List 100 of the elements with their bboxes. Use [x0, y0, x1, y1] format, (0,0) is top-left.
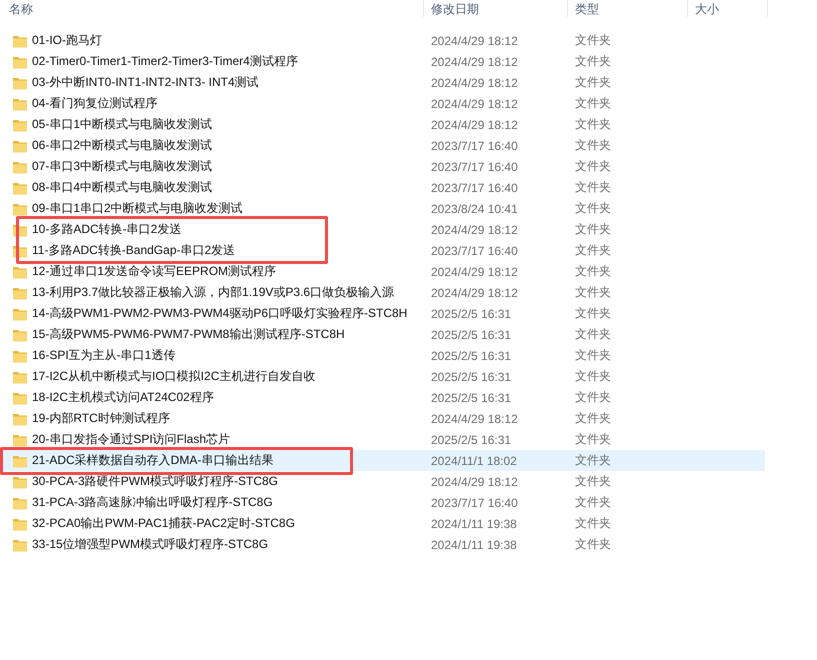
file-name[interactable]: 04-看门狗复位测试程序	[32, 95, 158, 112]
modified-date: 2025/2/5 16:31	[431, 370, 512, 384]
file-type: 文件夹	[575, 179, 611, 196]
file-name[interactable]: 13-利用P3.7做比较器正极输入源，内部1.19V或P3.6口做负极输入源	[32, 284, 394, 301]
folder-icon	[12, 348, 28, 362]
file-type: 文件夹	[575, 536, 611, 553]
column-header[interactable]: 大小	[695, 2, 719, 16]
folder-icon	[12, 412, 28, 426]
file-name[interactable]: 21-ADC采样数据自动存入DMA-串口输出结果	[32, 452, 274, 469]
modified-date: 2023/7/17 16:40	[431, 138, 518, 152]
file-name[interactable]: 12-通过串口1发送命令读写EEPROM测试程序	[32, 263, 276, 280]
modified-date: 2023/7/17 16:40	[431, 244, 518, 258]
modified-date: 2024/4/29 18:12	[431, 96, 518, 110]
file-type: 文件夹	[575, 284, 611, 301]
modified-date: 2024/4/29 18:12	[431, 412, 518, 426]
file-name[interactable]: 06-串口2中断模式与电脑收发测试	[32, 137, 212, 154]
folder-icon	[12, 516, 28, 530]
file-type: 文件夹	[575, 368, 611, 385]
file-type: 文件夹	[575, 95, 611, 112]
file-name[interactable]: 16-SPI互为主从-串口1透传	[32, 347, 176, 364]
hovered-row[interactable]: 21-ADC采样数据自动存入DMA-串口输出结果 2024/11/1 18:02 文件夹	[0, 450, 765, 471]
file-name[interactable]: 11-多路ADC转换-BandGap-串口2发送	[32, 242, 236, 259]
file-type: 文件夹	[575, 221, 611, 238]
modified-date: 2024/1/11 19:38	[431, 538, 517, 552]
folder-icon	[12, 76, 28, 90]
file-type: 文件夹	[575, 410, 611, 427]
folder-icon	[12, 538, 28, 552]
folder-icon	[12, 34, 28, 48]
file-name[interactable]: 31-PCA-3路高速脉冲输出呼吸灯程序-STC8G	[32, 494, 273, 511]
modified-date: 2024/4/29 18:12	[431, 118, 518, 132]
folder-icon	[12, 96, 28, 110]
folder-icon	[12, 390, 28, 404]
modified-date: 2023/7/17 16:40	[431, 180, 518, 194]
folder-icon	[12, 328, 28, 342]
file-name[interactable]: 01-IO-跑马灯	[32, 32, 102, 49]
file-type: 文件夹	[575, 200, 611, 217]
file-type: 文件夹	[575, 137, 611, 154]
folder-icon	[12, 138, 28, 152]
modified-date: 2025/2/5 16:31	[431, 328, 512, 342]
file-type: 文件夹	[575, 305, 611, 322]
file-name[interactable]: 05-串口1中断模式与电脑收发测试	[32, 116, 212, 133]
modified-date: 2024/1/11 19:38	[431, 516, 517, 530]
file-type: 文件夹	[575, 32, 611, 49]
modified-date: 2023/7/17 16:40	[431, 496, 518, 510]
file-type: 文件夹	[575, 242, 611, 259]
folder-icon	[12, 306, 28, 320]
folder-icon	[12, 370, 28, 384]
file-type: 文件夹	[575, 431, 611, 448]
modified-date: 2024/4/29 18:12	[431, 264, 518, 278]
folder-icon	[12, 54, 28, 68]
modified-date: 2025/2/5 16:31	[431, 348, 512, 362]
file-name[interactable]: 03-外中断INT0-INT1-INT2-INT3- INT4测试	[32, 74, 259, 91]
column-header[interactable]: 修改日期	[431, 2, 479, 16]
file-name[interactable]: 02-Timer0-Timer1-Timer2-Timer3-Timer4测试程序	[32, 53, 298, 70]
file-type: 文件夹	[575, 389, 611, 406]
file-name[interactable]: 32-PCA0输出PWM-PAC1捕获-PAC2定时-STC8G	[32, 515, 295, 532]
file-type: 文件夹	[575, 158, 611, 175]
modified-date: 2024/4/29 18:12	[431, 34, 518, 48]
file-name[interactable]: 15-高级PWM5-PWM6-PWM7-PWM8输出测试程序-STC8H	[32, 326, 345, 343]
modified-date: 2024/4/29 18:12	[431, 76, 518, 90]
folder-icon	[12, 202, 28, 216]
file-type: 文件夹	[575, 473, 611, 490]
column-header[interactable]: 名称	[9, 2, 33, 16]
modified-date: 2025/2/5 16:31	[431, 390, 512, 404]
file-name[interactable]: 18-I2C主机模式访问AT24C02程序	[32, 389, 214, 406]
file-name[interactable]: 08-串口4中断模式与电脑收发测试	[32, 179, 212, 196]
folder-icon	[12, 160, 28, 174]
folder-icon	[12, 432, 28, 446]
modified-date: 2024/11/1 18:02	[431, 454, 517, 468]
folder-icon	[12, 286, 28, 300]
folder-icon	[12, 496, 28, 510]
folder-icon	[12, 264, 28, 278]
file-name[interactable]: 17-I2C从机中断模式与IO口模拟I2C主机进行自发自收	[32, 368, 316, 385]
modified-date: 2024/4/29 18:12	[431, 474, 518, 488]
file-name[interactable]: 14-高级PWM1-PWM2-PWM3-PWM4驱动P6口呼吸灯实验程序-STC8H	[32, 305, 408, 322]
file-type: 文件夹	[575, 116, 611, 133]
modified-date: 2024/4/29 18:12	[431, 286, 518, 300]
file-name[interactable]: 20-串口发指令通过SPI访问Flash芯片	[32, 431, 230, 448]
modified-date: 2025/2/5 16:31	[431, 306, 512, 320]
modified-date: 2025/2/5 16:31	[431, 432, 512, 446]
file-name[interactable]: 19-内部RTC时钟测试程序	[32, 410, 170, 427]
folder-icon	[12, 180, 28, 194]
file-type: 文件夹	[575, 515, 611, 532]
file-type: 文件夹	[575, 452, 611, 469]
file-name[interactable]: 33-15位增强型PWM模式呼吸灯程序-STC8G	[32, 536, 268, 553]
modified-date: 2023/8/24 10:41	[431, 202, 518, 216]
file-type: 文件夹	[575, 263, 611, 280]
file-name[interactable]: 07-串口3中断模式与电脑收发测试	[32, 158, 212, 175]
file-type: 文件夹	[575, 74, 611, 91]
file-name[interactable]: 09-串口1串口2中断模式与电脑收发测试	[32, 200, 243, 217]
file-type: 文件夹	[575, 53, 611, 70]
folder-icon	[12, 454, 28, 468]
file-type: 文件夹	[575, 326, 611, 343]
column-header[interactable]: 类型	[575, 2, 599, 16]
file-type: 文件夹	[575, 494, 611, 511]
modified-date: 2024/4/29 18:12	[431, 222, 518, 236]
file-name[interactable]: 10-多路ADC转换-串口2发送	[32, 221, 182, 238]
modified-date: 2023/7/17 16:40	[431, 160, 518, 174]
folder-icon	[12, 118, 28, 132]
file-name[interactable]: 30-PCA-3路硬件PWM模式呼吸灯程序-STC8G	[32, 473, 278, 490]
